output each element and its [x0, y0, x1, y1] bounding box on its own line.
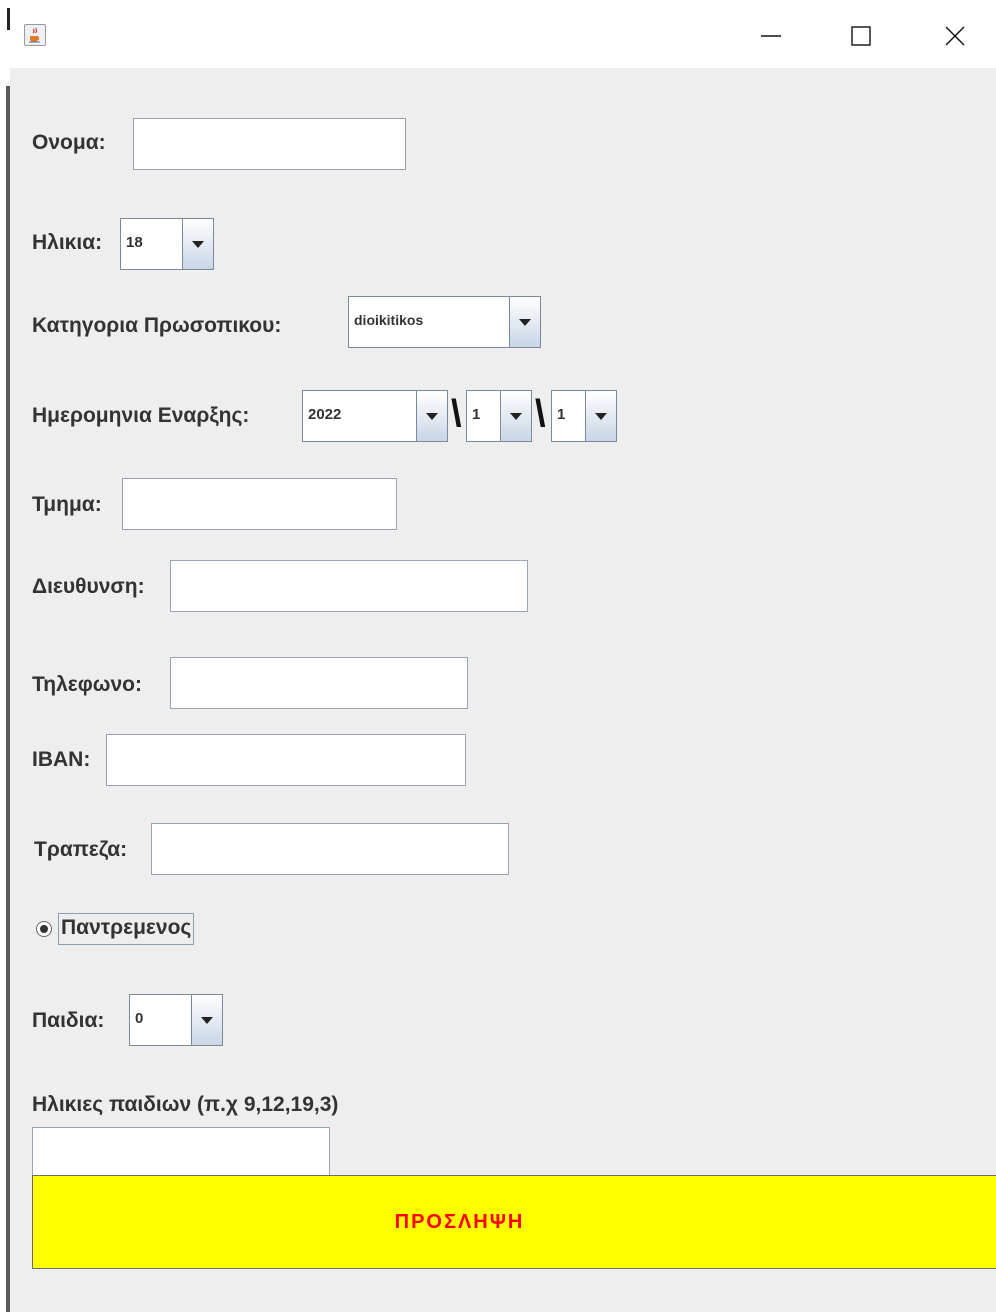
department-field[interactable] — [122, 478, 397, 530]
hire-button[interactable]: ΠΡΟΣΛΗΨΗ — [32, 1175, 996, 1269]
close-icon — [945, 26, 965, 46]
address-field[interactable] — [170, 560, 528, 612]
date-separator: \ — [535, 393, 546, 435]
bank-label: Τραπεζα: — [34, 838, 128, 861]
chevron-down-icon — [510, 412, 522, 420]
start-year-dropdown[interactable]: 2022 — [302, 390, 448, 442]
chevron-down-icon — [595, 412, 607, 420]
chevron-down-icon — [519, 318, 531, 326]
age-dropdown-button[interactable] — [182, 219, 213, 269]
phone-field[interactable] — [170, 657, 468, 709]
children-value: 0 — [135, 1010, 144, 1027]
chevron-down-icon — [192, 240, 204, 248]
iban-label: IBAN: — [32, 748, 91, 771]
phone-label: Τηλεφωνο: — [32, 673, 143, 696]
bank-field[interactable] — [151, 823, 509, 875]
children-ages-field[interactable] — [32, 1127, 330, 1179]
married-radio-button[interactable] — [36, 921, 52, 937]
close-button[interactable] — [932, 16, 978, 56]
date-separator: \ — [451, 393, 462, 435]
name-label: Ονομα: — [32, 131, 106, 154]
start-year-value: 2022 — [308, 406, 342, 423]
married-label[interactable]: Παντρεμενος — [58, 913, 195, 945]
children-dropdown-button[interactable] — [191, 995, 222, 1045]
children-label: Παιδια: — [32, 1009, 105, 1032]
window-left-edge — [0, 0, 10, 1312]
category-label: Κατηγορια Πρωσοπικου: — [32, 314, 282, 337]
name-field[interactable] — [133, 118, 406, 170]
address-label: Διευθυνση: — [32, 575, 145, 598]
age-label: Ηλικια: — [32, 231, 103, 254]
start-month-value: 1 — [472, 406, 481, 423]
java-coffee-icon[interactable] — [24, 24, 46, 46]
chevron-down-icon — [426, 412, 438, 420]
maximize-icon — [851, 26, 871, 46]
category-value: dioikitikos — [354, 312, 424, 328]
start-year-dropdown-button[interactable] — [416, 391, 447, 441]
minimize-icon — [761, 35, 781, 37]
age-dropdown[interactable]: 18 — [120, 218, 214, 270]
department-label: Τμημα: — [32, 493, 102, 516]
start-day-dropdown[interactable]: 1 — [551, 390, 617, 442]
married-radio[interactable]: Παντρεμενος — [36, 911, 195, 947]
form-panel: Ονομα: Ηλικια: 18 Κατηγορια Πρωσοπικου: … — [10, 68, 996, 1312]
start-month-dropdown-button[interactable] — [500, 391, 531, 441]
start-day-dropdown-button[interactable] — [585, 391, 616, 441]
start-month-dropdown[interactable]: 1 — [466, 390, 532, 442]
hire-button-label: ΠΡΟΣΛΗΨΗ — [394, 1210, 525, 1233]
start-day-value: 1 — [557, 406, 566, 423]
age-value: 18 — [126, 234, 143, 251]
iban-field[interactable] — [106, 734, 466, 786]
minimize-button[interactable] — [748, 16, 794, 56]
children-ages-label: Ηλικιες παιδιων (π.χ 9,12,19,3) — [32, 1093, 339, 1116]
maximize-button[interactable] — [838, 16, 884, 56]
title-bar[interactable] — [10, 0, 996, 68]
category-dropdown-button[interactable] — [509, 297, 540, 347]
radio-selected-dot — [40, 925, 48, 933]
children-dropdown[interactable]: 0 — [129, 994, 223, 1046]
category-dropdown[interactable]: dioikitikos — [348, 296, 541, 348]
start-date-label: Ημερομηνια Εναρξης: — [32, 404, 250, 427]
chevron-down-icon — [201, 1016, 213, 1024]
